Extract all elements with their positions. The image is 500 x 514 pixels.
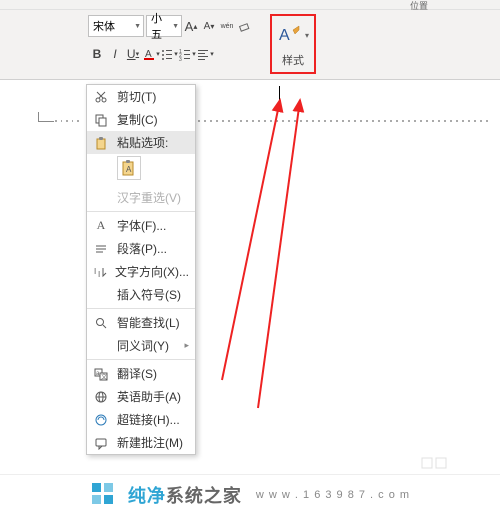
decrease-font-icon: A [204, 21, 211, 32]
menu-separator [87, 308, 195, 309]
menu-item[interactable]: 段落(P)... [87, 237, 195, 260]
menu-item-label: 同义词(Y) [117, 337, 176, 354]
margin-mark-left [38, 112, 54, 122]
menu-item[interactable]: II 文字方向(X)... [87, 260, 195, 283]
menu-item-label: 智能查找(L) [117, 314, 189, 331]
textdir-icon: II [93, 264, 107, 280]
menu-item-label: 超链接(H)... [117, 411, 189, 428]
svg-text:I: I [98, 270, 100, 279]
align-icon [196, 47, 210, 61]
comment-icon [93, 435, 109, 451]
menu-item[interactable]: 同义词(Y) ▸ [87, 334, 195, 357]
font-name-value: 宋体 [93, 18, 115, 34]
menu-item-label: 段落(P)... [117, 240, 189, 257]
watermark-footer: 纯净系统之家 w w w . 1 6 3 9 8 7 . c o m [0, 474, 500, 514]
menu-item[interactable]: 英语助手(A) [87, 385, 195, 408]
menu-item[interactable]: 剪切(T) [87, 85, 195, 108]
underline-button[interactable]: U▾ [124, 43, 142, 65]
menu-item-label: 剪切(T) [117, 88, 189, 105]
copy-icon [93, 112, 109, 128]
font-group: 宋体 ▼ 小五 ▼ A▴ A▾ wén B I U▾ A▾ ▾ [88, 14, 266, 74]
brand-logo-icon [90, 481, 118, 509]
scissors-icon [93, 89, 109, 105]
A-icon: A [93, 218, 109, 234]
ruler-dots [198, 120, 498, 122]
menu-item-label: 粘贴选项: [117, 134, 189, 151]
bold-button[interactable]: B [88, 43, 106, 65]
blank-icon [93, 287, 109, 303]
menu-item[interactable]: 智能查找(L) [87, 311, 195, 334]
menu-separator [87, 211, 195, 212]
font-color-icon: A [142, 47, 156, 61]
page-break-mark [420, 456, 460, 470]
styles-icon: A [277, 24, 303, 46]
globe-icon [93, 389, 109, 405]
menu-item-label: 英语助手(A) [117, 388, 189, 405]
svg-text:3: 3 [179, 57, 182, 61]
menu-item[interactable]: 超链接(H)... [87, 408, 195, 431]
svg-text:A: A [126, 165, 132, 174]
context-menu: 剪切(T) 复制(C) 粘贴选项: A 汉字重选(V) A 字体(F)... 段落(P)...… [86, 84, 196, 455]
underline-icon: U [127, 47, 136, 61]
paste-options-row: A [87, 154, 195, 186]
chevron-down-icon: ▼ [132, 23, 141, 30]
styles-button[interactable]: A ▾ 样式 [270, 14, 316, 74]
blank-icon [93, 190, 109, 206]
menu-item-label: 翻译(S) [117, 365, 189, 382]
menu-item-label: 插入符号(S) [117, 286, 189, 303]
search-icon [93, 315, 109, 331]
svg-text:文: 文 [101, 373, 107, 381]
menu-item[interactable]: 复制(C) [87, 108, 195, 131]
blank-icon [93, 338, 109, 354]
numbering-icon: 123 [178, 47, 192, 61]
phonetic-guide-button[interactable]: wén [218, 15, 236, 37]
italic-button[interactable]: I [106, 43, 124, 65]
numbering-button[interactable]: 123▾ [178, 43, 196, 65]
menu-item-label: 汉字重选(V) [117, 189, 189, 206]
menu-separator [87, 359, 195, 360]
menu-item[interactable]: a文翻译(S) [87, 362, 195, 385]
increase-font-button[interactable]: A▴ [182, 15, 200, 37]
menu-item[interactable]: 插入符号(S) [87, 283, 195, 306]
paste-icon [93, 135, 109, 151]
para-icon [93, 241, 109, 257]
increase-font-icon: A [185, 19, 194, 34]
text-cursor [279, 86, 280, 100]
font-color-button[interactable]: A▾ [142, 43, 160, 65]
svg-text:A: A [279, 27, 290, 44]
menu-item-label: 新建批注(M) [117, 434, 189, 451]
trans-icon: a文 [93, 366, 109, 382]
menu-item: 粘贴选项: [87, 131, 195, 154]
bullets-button[interactable]: ▾ [160, 43, 178, 65]
eraser-icon [238, 19, 252, 33]
ribbon: 宋体 ▼ 小五 ▼ A▴ A▾ wén B I U▾ A▾ ▾ [0, 10, 500, 80]
font-size-combo[interactable]: 小五 ▼ [146, 15, 182, 37]
svg-text:I: I [94, 267, 96, 276]
menu-item: 汉字重选(V) [87, 186, 195, 209]
link-icon [93, 412, 109, 428]
decrease-font-button[interactable]: A▾ [200, 15, 218, 37]
menu-item-label: 复制(C) [117, 111, 189, 128]
menu-item-label: 字体(F)... [117, 217, 189, 234]
menu-item-label: 文字方向(X)... [115, 263, 189, 280]
submenu-arrow-icon: ▸ [184, 340, 189, 351]
paste-keep-text-button[interactable]: A [117, 156, 141, 180]
font-name-combo[interactable]: 宋体 ▼ [88, 15, 144, 37]
clear-format-button[interactable] [236, 15, 254, 37]
brand-url: w w w . 1 6 3 9 8 7 . c o m [256, 489, 410, 501]
document-area[interactable] [0, 80, 500, 514]
align-button[interactable]: ▾ [196, 43, 214, 65]
styles-label: 样式 [282, 52, 304, 68]
menu-item[interactable]: 新建批注(M) [87, 431, 195, 454]
ruler-dots [55, 120, 83, 122]
menu-item[interactable]: A 字体(F)... [87, 214, 195, 237]
bullets-icon [160, 47, 174, 61]
brand-text: 纯净系统之家 [128, 482, 242, 508]
chevron-down-icon: ▼ [170, 23, 179, 30]
font-size-value: 小五 [151, 10, 170, 42]
phonetic-icon: wén [221, 23, 234, 30]
